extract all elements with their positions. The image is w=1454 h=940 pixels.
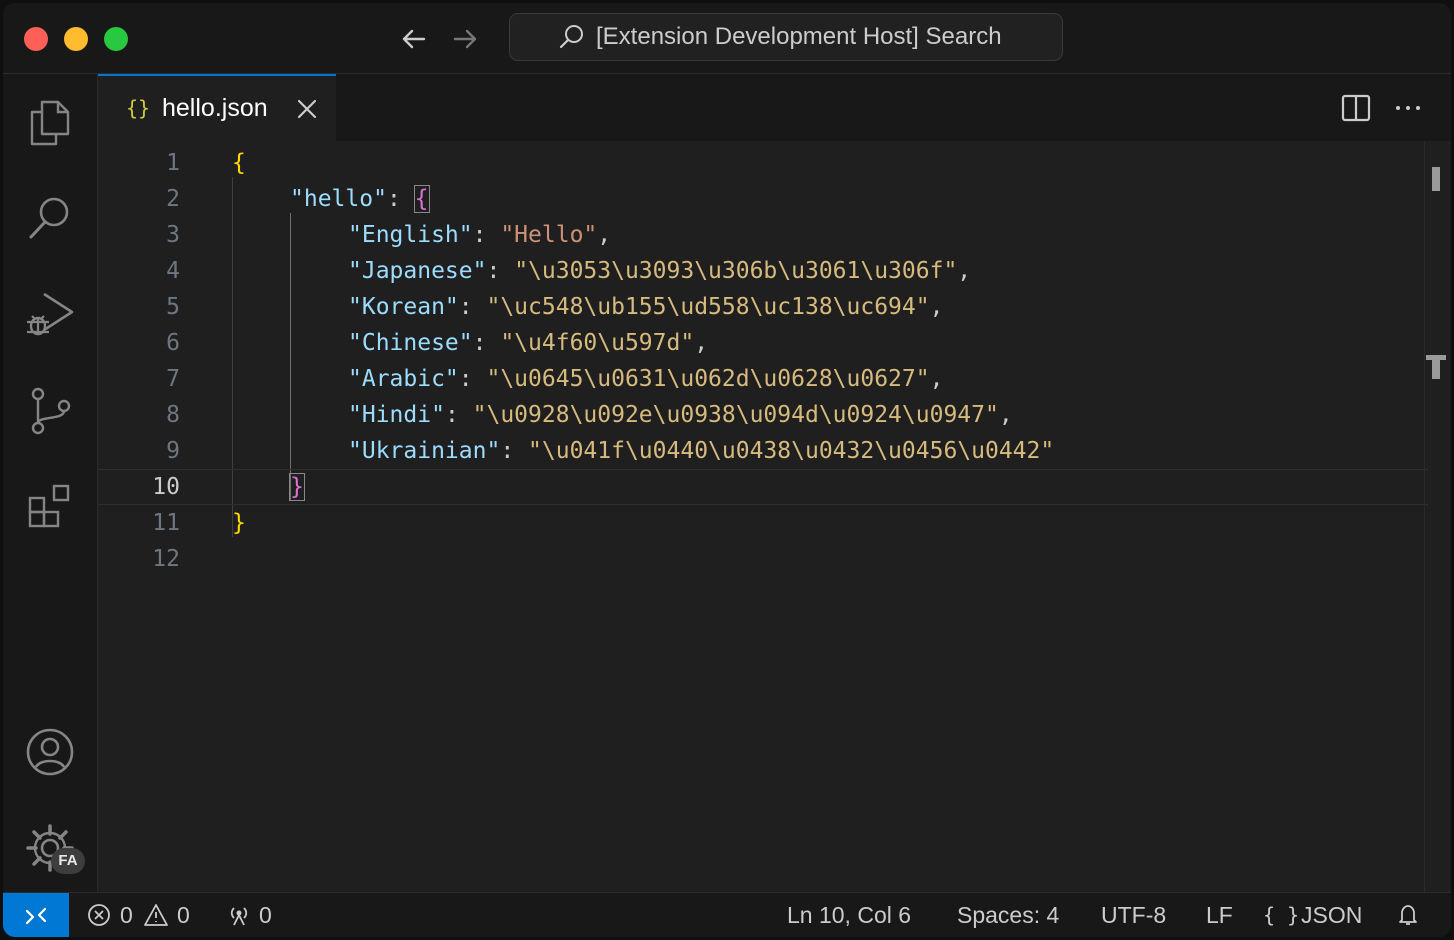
forward-arrow-icon[interactable] (447, 21, 483, 57)
search-icon (559, 25, 583, 49)
line-content: "Japanese": "\u3053\u3093\u306b\u3061\u3… (348, 258, 972, 284)
line-number: 5 (166, 294, 180, 320)
cursor-marker (1432, 355, 1440, 379)
end-of-line[interactable]: LF (1206, 893, 1233, 937)
activity-bar: FA (3, 74, 98, 892)
line-content: { (232, 150, 246, 176)
code-line: 2 "hello": { (98, 181, 1428, 217)
line-number: 4 (166, 258, 180, 284)
line-number: 3 (166, 222, 180, 248)
indentation[interactable]: Spaces: 4 (957, 893, 1059, 937)
line-number: 11 (152, 510, 180, 536)
line-number: 12 (152, 546, 180, 572)
line-number: 8 (166, 402, 180, 428)
line-content: } (232, 510, 246, 536)
search-label: [Extension Development Host] Search (596, 23, 1002, 50)
ports-antenna-icon (230, 907, 248, 926)
code-line: 7 "Arabic": "\u0645\u0631\u062d\u0628\u0… (98, 361, 1428, 397)
line-content: } (289, 473, 305, 501)
split-editor-icon[interactable] (1340, 92, 1372, 124)
source-control-icon[interactable] (24, 384, 76, 436)
cursor-position[interactable]: Ln 10, Col 6 (787, 893, 911, 937)
zoom-window-button[interactable] (104, 27, 128, 51)
code-line: 11 } (98, 505, 1428, 541)
tab-bar: {} hello.json (98, 74, 1451, 142)
profile-badge: FA (51, 848, 85, 874)
line-number: 10 (152, 474, 180, 500)
code-line: 9 "Ukrainian": "\u041f\u0440\u0438\u0432… (98, 433, 1428, 469)
code-line: 6 "Chinese": "\u4f60\u597d", (98, 325, 1428, 361)
more-actions-icon[interactable] (1392, 92, 1424, 124)
json-language-icon: { } (1263, 903, 1300, 927)
tab-label: hello.json (162, 94, 268, 122)
back-arrow-icon[interactable] (396, 21, 432, 57)
status-bar: 0 0 0 Ln 10, Col 6 Spaces: 4 UTF-8 LF { … (3, 892, 1451, 937)
line-number: 9 (166, 438, 180, 464)
line-content: "Hindi": "\u0928\u092e\u0938\u094d\u0924… (348, 402, 1013, 428)
error-count[interactable]: 0 (120, 893, 133, 937)
code-line: 8 "Hindi": "\u0928\u092e\u0938\u094d\u09… (98, 397, 1428, 433)
warning-count[interactable]: 0 (177, 893, 190, 937)
code-line: 5 "Korean": "\uc548\ub155\ud558\uc138\uc… (98, 289, 1428, 325)
minimize-window-button[interactable] (64, 27, 88, 51)
line-content: "English": "Hello", (348, 222, 612, 248)
line-content: "Korean": "\uc548\ub155\ud558\uc138\uc69… (348, 294, 944, 320)
line-content: "Chinese": "\u4f60\u597d", (348, 330, 709, 356)
encoding[interactable]: UTF-8 (1101, 893, 1166, 937)
search-icon[interactable] (24, 192, 76, 244)
line-number: 2 (166, 186, 180, 212)
json-file-icon: {} (126, 96, 151, 120)
remote-indicator[interactable] (3, 893, 69, 937)
overview-ruler[interactable] (1424, 141, 1425, 892)
code-line: 4 "Japanese": "\u3053\u3093\u306b\u3061\… (98, 253, 1428, 289)
error-icon (88, 904, 110, 926)
close-icon[interactable] (294, 96, 320, 122)
line-content: "Arabic": "\u0645\u0631\u062d\u0628\u062… (348, 366, 944, 392)
line-number: 6 (166, 330, 180, 356)
line-content: "Ukrainian": "\u041f\u0440\u0438\u0432\u… (348, 438, 1055, 464)
files-icon[interactable] (24, 96, 76, 148)
close-window-button[interactable] (24, 27, 48, 51)
remote-icon (25, 907, 47, 925)
scroll-thumb[interactable] (1432, 167, 1440, 191)
language-mode[interactable]: JSON (1301, 893, 1362, 937)
account-icon[interactable] (24, 726, 76, 778)
code-editor[interactable]: 1 { 2 "hello": { 3 "English": "Hello", 4… (98, 141, 1451, 892)
tab-hello-json[interactable]: {} hello.json (98, 74, 336, 142)
command-center-search[interactable]: [Extension Development Host] Search (509, 13, 1063, 61)
line-number: 7 (166, 366, 180, 392)
code-line: 3 "English": "Hello", (98, 217, 1428, 253)
notifications-bell-icon[interactable] (1396, 903, 1420, 927)
warning-icon (144, 904, 168, 926)
line-content: "hello": { (290, 185, 430, 213)
code-line: 12 (98, 541, 1428, 577)
code-line: 1 { (98, 145, 1428, 181)
ports-count[interactable]: 0 (259, 893, 272, 937)
line-number: 1 (166, 150, 180, 176)
run-debug-icon[interactable] (24, 288, 76, 340)
title-bar: [Extension Development Host] Search (3, 3, 1451, 74)
vscode-window: [Extension Development Host] Search FA {… (3, 3, 1451, 937)
current-code-line: 10 } (98, 469, 1428, 505)
extensions-icon[interactable] (24, 480, 76, 532)
